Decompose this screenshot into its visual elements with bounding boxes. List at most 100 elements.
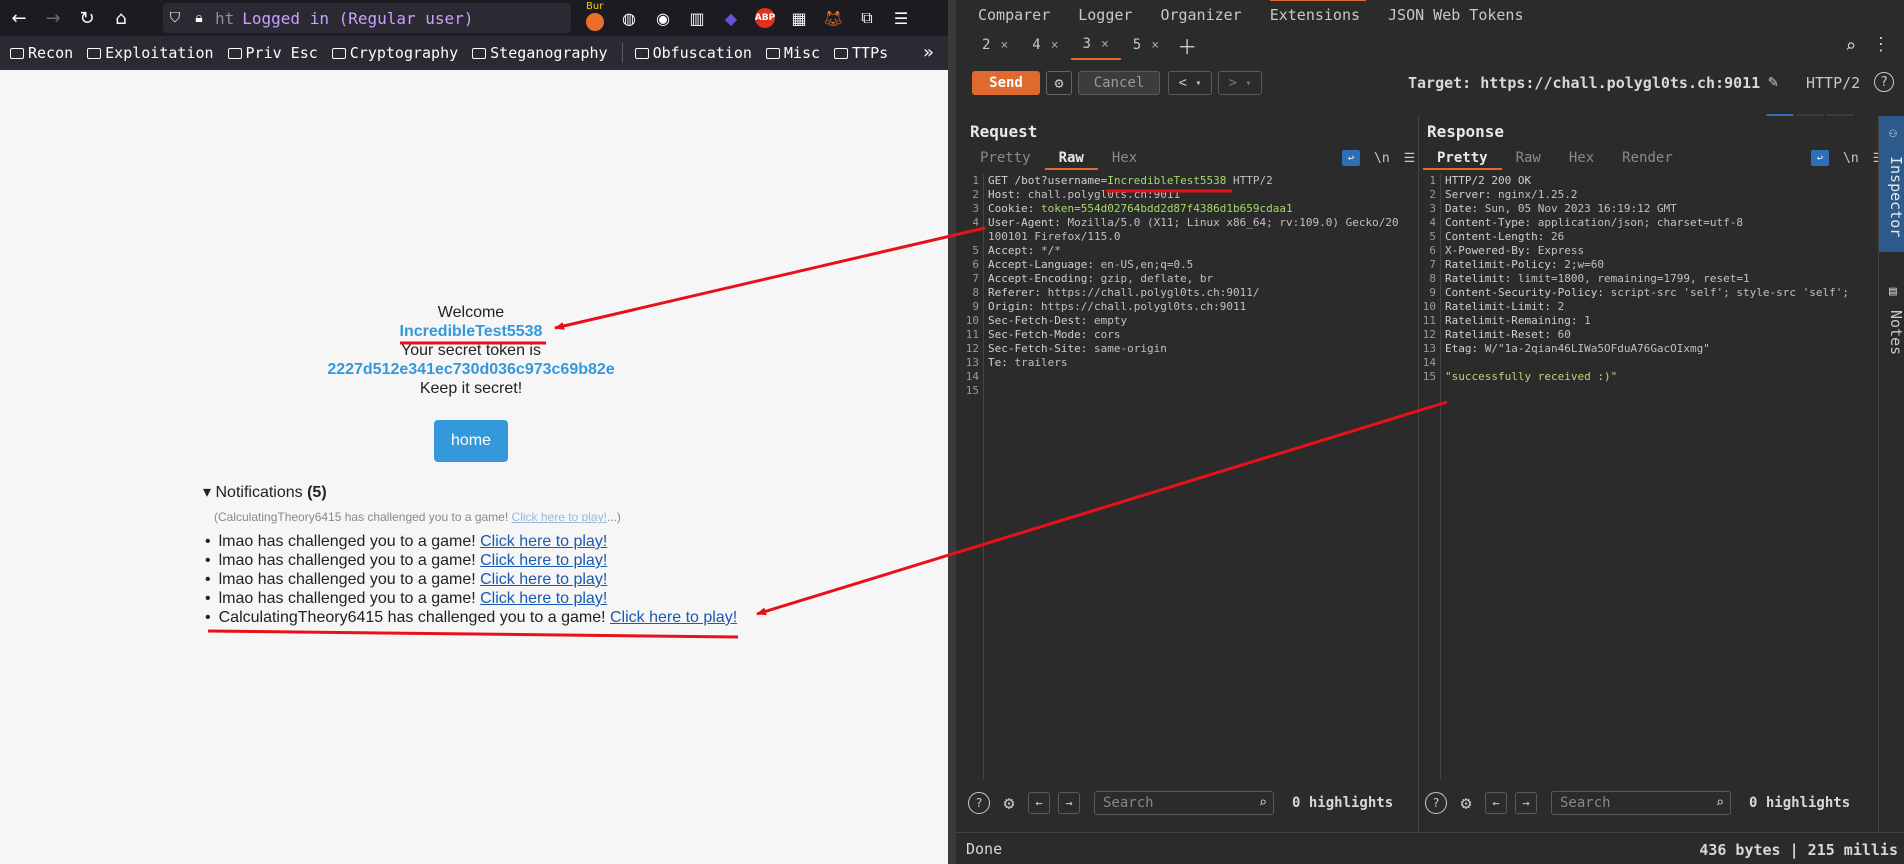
reload-icon[interactable]: ↻ (72, 3, 102, 33)
arrow-right-icon[interactable]: → (1515, 792, 1537, 814)
code-line[interactable]: Ratelimit: limit=1800, remaining=1799, r… (1445, 272, 1869, 286)
close-icon[interactable]: × (1101, 37, 1109, 52)
play-link[interactable]: Click here to play! (512, 510, 607, 524)
gear-icon[interactable]: ⚙ (1046, 71, 1072, 95)
bookmark-folder-priv-esc[interactable]: Priv Esc (227, 44, 318, 62)
chevron-right-icon[interactable]: » (923, 42, 934, 63)
code-line[interactable]: "successfully received :)" (1445, 370, 1869, 384)
close-icon[interactable]: × (1151, 38, 1159, 53)
repeater-tab-3[interactable]: 3 × (1070, 30, 1121, 60)
code-line[interactable]: Cookie: token=554d02764bdd2d87f4386d1b65… (988, 202, 1404, 216)
code-line[interactable]: Accept-Language: en-US,en;q=0.5 (988, 258, 1404, 272)
add-tab-icon[interactable]: ＋ (1177, 31, 1197, 60)
code-line[interactable]: Content-Type: application/json; charset=… (1445, 216, 1869, 230)
code-line[interactable]: Accept-Encoding: gzip, deflate, br (988, 272, 1404, 286)
tab-pretty[interactable]: Pretty (966, 148, 1045, 170)
tab-render[interactable]: Render (1608, 148, 1687, 170)
help-icon[interactable]: ? (1874, 72, 1894, 92)
shield-icon[interactable]: ⛉ (163, 10, 187, 26)
bookmark-folder-obfuscation[interactable]: Obfuscation (634, 44, 752, 62)
code-line[interactable]: User-Agent: Mozilla/5.0 (X11; Linux x86_… (988, 216, 1404, 244)
lock-icon[interactable]: 🔒︎ (187, 10, 211, 26)
response-code[interactable]: HTTP/2 200 OK Server: nginx/1.25.2 Date: S… (1445, 174, 1869, 384)
newline-toggle[interactable]: \n (1843, 151, 1859, 166)
play-link[interactable]: Click here to play! (480, 571, 607, 588)
menu-icon[interactable]: ☰ (886, 3, 916, 33)
code-line[interactable]: Sec-Fetch-Mode: cors (988, 328, 1404, 342)
code-line[interactable]: Origin: https://chall.polygl0ts.ch:9011 (988, 300, 1404, 314)
trash-icon[interactable]: ▥ (682, 3, 712, 33)
cookie-icon[interactable]: ◍ (614, 3, 644, 33)
bookmark-folder-exploitation[interactable]: Exploitation (87, 44, 214, 62)
newline-toggle[interactable]: \n (1374, 151, 1390, 166)
gear-icon[interactable]: ⚙ (1455, 792, 1477, 814)
tab-pretty[interactable]: Pretty (1423, 148, 1502, 170)
request-code[interactable]: GET /bot?username=IncredibleTest5538 HTT… (988, 174, 1404, 398)
cancel-button[interactable]: Cancel (1078, 71, 1160, 95)
menu-icon[interactable]: ☰ (1404, 151, 1416, 166)
next-request-button[interactable]: > ▾ (1218, 71, 1262, 95)
code-line[interactable]: Ratelimit-Limit: 2 (1445, 300, 1869, 314)
foxyproxy-icon[interactable]: 🦊︎ (818, 3, 848, 33)
url-text[interactable]: ht (215, 9, 234, 28)
search-input[interactable]: Search ⌕ (1094, 791, 1274, 815)
help-icon[interactable]: ? (968, 792, 990, 814)
arrow-left-icon[interactable]: ← (1028, 792, 1050, 814)
back-icon[interactable]: ← (4, 3, 34, 33)
request-editor[interactable]: 1 2 3 4 5 6 7 8 9 10 11 12 13 14 15 GET /bot?username=… (962, 174, 1408, 780)
word-wrap-icon[interactable]: ↩ (1811, 150, 1829, 166)
code-line[interactable]: Te: trailers (988, 356, 1404, 370)
code-line[interactable]: Sec-Fetch-Dest: empty (988, 314, 1404, 328)
code-line[interactable] (988, 370, 1404, 384)
tab-raw[interactable]: Raw (1502, 148, 1555, 170)
code-line[interactable]: Content-Length: 26 (1445, 230, 1869, 244)
arrow-right-icon[interactable]: → (1058, 792, 1080, 814)
tab-comparer[interactable]: Comparer (978, 6, 1050, 24)
wappalyzer-icon[interactable]: ◆ (716, 3, 746, 33)
code-line[interactable]: X-Powered-By: Express (1445, 244, 1869, 258)
forward-icon[interactable]: → (38, 3, 68, 33)
play-link[interactable]: Click here to play! (480, 552, 607, 569)
tab-organizer[interactable]: Organizer (1160, 6, 1241, 24)
pencil-icon[interactable]: ✎ (1768, 72, 1778, 92)
arrow-left-icon[interactable]: ← (1485, 792, 1507, 814)
code-line[interactable]: Content-Security-Policy: script-src 'sel… (1445, 286, 1869, 300)
gear-icon[interactable]: ⚙ (998, 792, 1020, 814)
response-editor[interactable]: 1 2 3 4 5 6 7 8 9 10 11 12 13 14 15 HTTP/2 200 OK Serve… (1419, 174, 1873, 780)
code-line[interactable]: Accept: */* (988, 244, 1404, 258)
search-input[interactable]: Search ⌕ (1551, 791, 1731, 815)
extensions-grid-icon[interactable]: ▦ (784, 3, 814, 33)
code-line[interactable]: Ratelimit-Reset: 60 (1445, 328, 1869, 342)
code-line[interactable]: Host: chall.polygl0ts.ch:9011 (988, 188, 1404, 202)
tab-raw[interactable]: Raw (1044, 148, 1098, 170)
eye-icon[interactable]: ◉ (648, 3, 678, 33)
bookmark-folder-cryptography[interactable]: Cryptography (331, 44, 458, 62)
code-line[interactable]: Referer: https://chall.polygl0ts.ch:9011… (988, 286, 1404, 300)
send-button[interactable]: Send (972, 71, 1040, 95)
puzzle-icon[interactable]: ⧉ (852, 3, 882, 33)
bookmark-folder-recon[interactable]: Recon (10, 44, 73, 62)
code-line[interactable]: Ratelimit-Remaining: 1 (1445, 314, 1869, 328)
burp-extension-icon[interactable]: Bur (580, 1, 610, 33)
notifications-toggle[interactable]: ▾ Notifications (5) (203, 482, 327, 502)
adblock-plus-icon[interactable]: ABP (750, 3, 780, 33)
username-link[interactable]: IncredibleTest5538 (271, 323, 671, 341)
protocol-label[interactable]: HTTP/2 (1806, 74, 1860, 92)
code-line[interactable]: HTTP/2 200 OK (1445, 174, 1869, 188)
tab-logger[interactable]: Logger (1078, 6, 1132, 24)
home-button[interactable]: home (434, 420, 508, 462)
code-line[interactable] (1445, 356, 1869, 370)
code-line[interactable]: Etag: W/"1a-2qian46LIWa5OFduA76GacOIxmg" (1445, 342, 1869, 356)
tab-extensions[interactable]: Extensions (1269, 0, 1367, 24)
tab-hex[interactable]: Hex (1555, 148, 1608, 170)
close-icon[interactable]: × (1051, 38, 1059, 53)
previous-request-button[interactable]: < ▾ (1168, 71, 1212, 95)
bookmark-folder-ttps[interactable]: TTPs (834, 44, 888, 62)
play-link[interactable]: Click here to play! (480, 590, 607, 607)
play-link[interactable]: Click here to play! (480, 533, 607, 550)
tab-json-web-tokens[interactable]: JSON Web Tokens (1388, 6, 1523, 24)
repeater-tab-4[interactable]: 4 × (1020, 30, 1070, 60)
code-line[interactable]: Server: nginx/1.25.2 (1445, 188, 1869, 202)
close-icon[interactable]: × (1000, 38, 1008, 53)
repeater-tab-5[interactable]: 5 × (1121, 30, 1171, 60)
